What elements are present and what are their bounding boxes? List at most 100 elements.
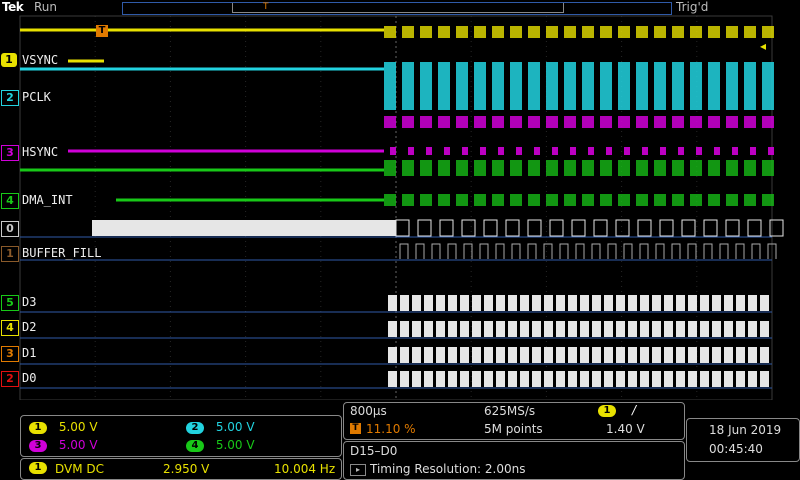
digital-2-marker[interactable]: 2 [1, 371, 19, 387]
ch3-burst [546, 116, 558, 128]
dvm-panel[interactable]: 1 DVM DC 2.950 V 10.004 Hz [20, 458, 342, 480]
digital-bit-pulse [580, 347, 589, 363]
digital-bit-pulse [748, 371, 757, 387]
channel-1-marker[interactable]: 1 [1, 53, 17, 67]
ch4-pulse [564, 194, 576, 206]
ch3-pulse [678, 147, 684, 155]
waveform-display[interactable] [0, 14, 800, 400]
ch3-burst [672, 116, 684, 128]
trigger-source-chip: 1 [598, 405, 616, 417]
digital-bit-pulse [640, 371, 649, 387]
ch4-pulse [708, 194, 720, 206]
usb-free-pulse [483, 219, 498, 237]
ch3-pulse [444, 147, 450, 155]
buffer-fill-pulse [495, 243, 505, 259]
ch3-scale[interactable]: 3 5.00 V [29, 438, 98, 452]
ch2-burst [546, 62, 558, 110]
ch4-burst [474, 160, 486, 176]
channel-4-marker[interactable]: 4 [1, 193, 19, 209]
buffer-fill-pulse [655, 243, 665, 259]
digital-3-marker[interactable]: 3 [1, 346, 19, 362]
buffer-fill-pulse [415, 243, 425, 259]
datetime-panel: 18 Jun 2019 00:45:40 [686, 418, 800, 462]
digital-bit-pulse [484, 371, 493, 387]
ch4-pulse [546, 194, 558, 206]
ch1-burst [654, 26, 666, 38]
ch1-chip: 1 [29, 421, 47, 434]
ch2-burst [402, 62, 414, 110]
digital-4-marker[interactable]: 4 [1, 320, 19, 336]
ch4-burst [582, 160, 594, 176]
ch4-pulse [384, 194, 396, 206]
buffer-fill-pulse [751, 243, 761, 259]
ch2-scale-value: 5.00 V [215, 420, 255, 434]
digital-bit-pulse [712, 347, 721, 363]
trigger-level-value: 1.40 V [606, 422, 645, 436]
digital-bit-pulse [448, 321, 457, 337]
ch2-burst [690, 62, 702, 110]
buffer-fill-pulse [559, 243, 569, 259]
digital-bit-pulse [472, 321, 481, 337]
ch4-pulse [726, 194, 738, 206]
ch2-burst [420, 62, 432, 110]
digital-bit-pulse [544, 347, 553, 363]
digital-bit-pulse [628, 321, 637, 337]
horizontal-trigger-panel[interactable]: 800µs 625MS/s 1 / T 11.10 % 5M points 1.… [343, 402, 685, 440]
vertical-settings-panel[interactable]: 1 5.00 V 2 5.00 V 3 5.00 V 4 5.00 V [20, 415, 342, 457]
ch1-burst [456, 26, 468, 38]
ch1-burst [744, 26, 756, 38]
digital-bit-pulse [736, 371, 745, 387]
digital-0-marker[interactable]: 0 [1, 221, 19, 237]
digital-1-marker[interactable]: 1 [1, 246, 19, 262]
ch1-burst [582, 26, 594, 38]
ch3-pulse [498, 147, 504, 155]
channel-2-label: PCLK [22, 90, 51, 104]
ch1-burst [600, 26, 612, 38]
trigger-position-marker[interactable]: T [96, 25, 108, 37]
buffer-fill-pulse [671, 243, 681, 259]
digital-bit-pulse [664, 321, 673, 337]
trigger-level-arrow-icon[interactable]: ◂ [760, 40, 766, 52]
digital-bit-pulse [664, 371, 673, 387]
usb-free-pulse [637, 219, 652, 237]
digital-bit-pulse [556, 321, 565, 337]
bus-panel[interactable]: D15–D0 ▸ Timing Resolution: 2.00ns [343, 441, 685, 480]
usb-free-pulse [417, 219, 432, 237]
channel-3-marker[interactable]: 3 [1, 145, 19, 161]
buffer-fill-pulse [447, 243, 457, 259]
ch4-burst [438, 160, 450, 176]
ch3-pulse [426, 147, 432, 155]
buffer-fill-pulse [399, 243, 409, 259]
ch4-pulse [744, 194, 756, 206]
ch2-scale[interactable]: 2 5.00 V [186, 420, 255, 434]
ch4-scale[interactable]: 4 5.00 V [186, 438, 255, 452]
digital-bit-pulse [700, 321, 709, 337]
digital-bit-pulse [688, 321, 697, 337]
ch3-burst [510, 116, 522, 128]
digital-bit-pulse [736, 347, 745, 363]
ch3-pulse [642, 147, 648, 155]
buffer-fill-pulse [623, 243, 633, 259]
ch3-burst [726, 116, 738, 128]
digital-bit-pulse [712, 371, 721, 387]
acquisition-state[interactable]: Run [34, 0, 57, 14]
digital-bit-pulse [508, 321, 517, 337]
ch1-scale[interactable]: 1 5.00 V [29, 420, 98, 434]
digital-5-marker[interactable]: 5 [1, 295, 19, 311]
buffer-fill-pulse [431, 243, 441, 259]
ch3-burst [528, 116, 540, 128]
ch1-burst [672, 26, 684, 38]
digital-bit-pulse [568, 371, 577, 387]
ch1-burst [510, 26, 522, 38]
digital-bit-pulse [424, 347, 433, 363]
buffer-fill-pulse [511, 243, 521, 259]
ch4-burst [636, 160, 648, 176]
channel-2-marker[interactable]: 2 [1, 90, 19, 106]
ch4-pulse [420, 194, 432, 206]
ch4-scale-value: 5.00 V [215, 438, 255, 452]
ch1-burst [726, 26, 738, 38]
ch4-pulse [474, 194, 486, 206]
ch3-burst [456, 116, 468, 128]
ch4-burst [510, 160, 522, 176]
trigger-position-icon: T [350, 423, 361, 434]
